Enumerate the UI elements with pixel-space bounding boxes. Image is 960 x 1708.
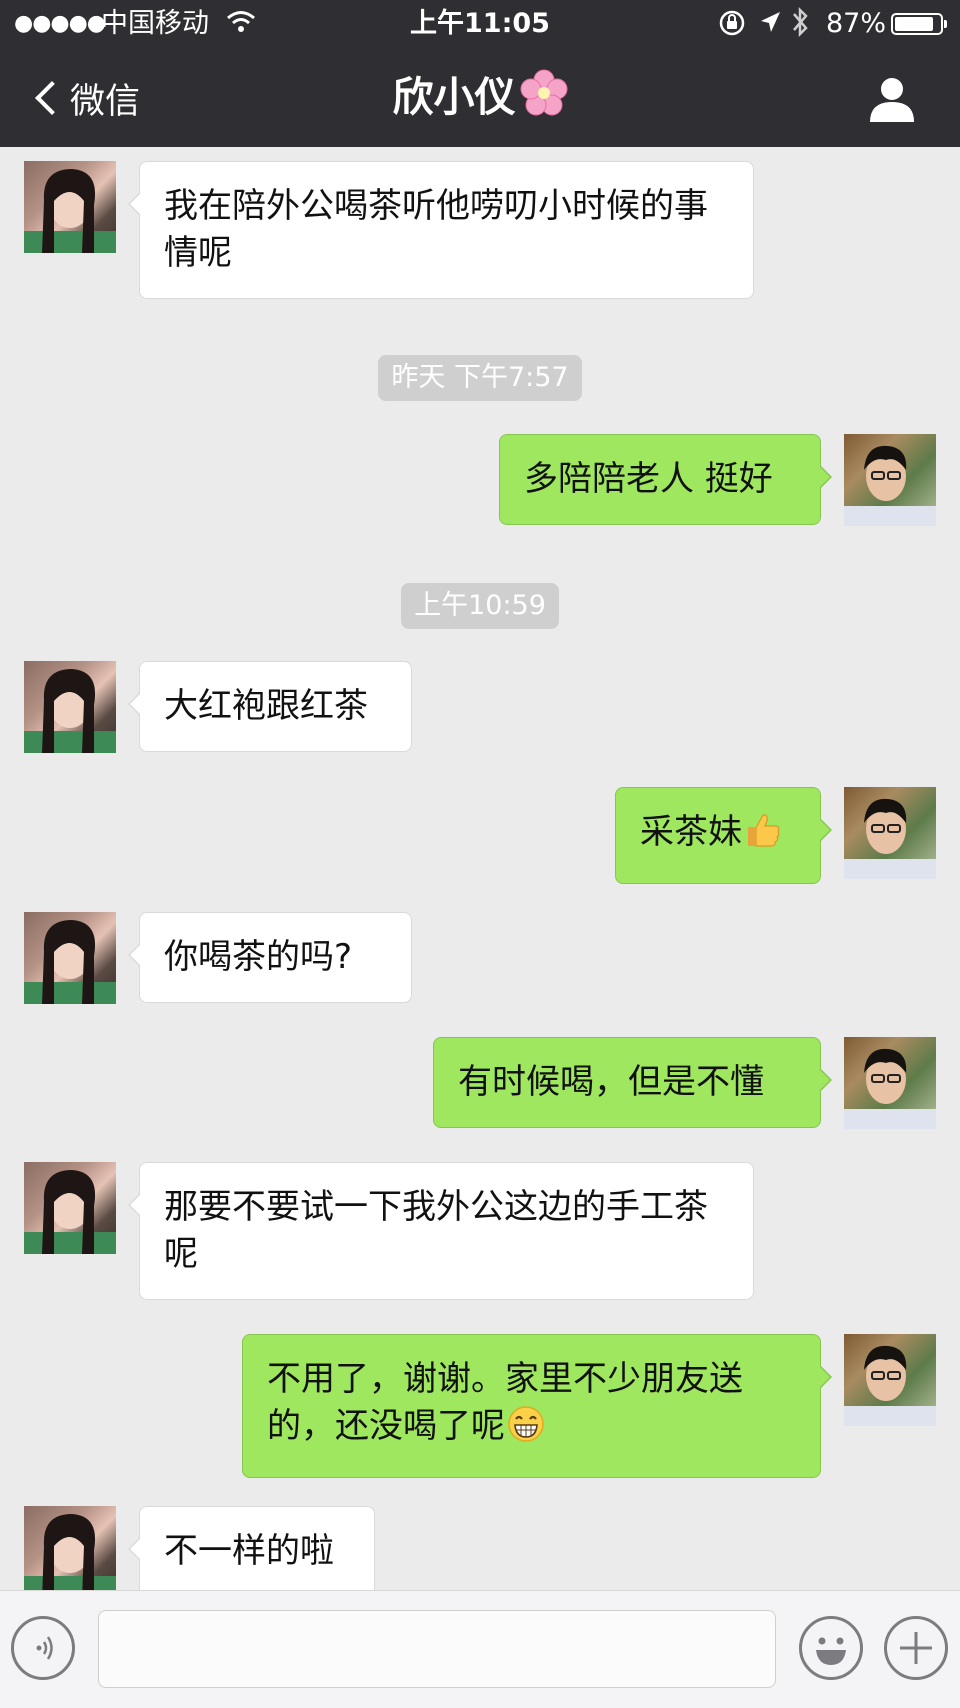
message-bubble-incoming[interactable]: 那要不要试一下我外公这边的手工茶呢: [128, 1162, 754, 1300]
message-text: 采茶妹: [640, 812, 742, 852]
more-options-button[interactable]: [884, 1616, 948, 1680]
input-bar: [0, 1590, 960, 1708]
chat-history[interactable]: 我在陪外公喝茶听他唠叨小时候的事情呢 昨天 下午7:57 多陪陪老人 挺好 上午…: [0, 147, 960, 1590]
my-avatar[interactable]: [844, 1037, 936, 1129]
grinning-face-icon: [507, 1405, 545, 1456]
my-avatar[interactable]: [844, 787, 936, 879]
battery-icon: [891, 13, 947, 35]
contact-avatar[interactable]: [24, 1506, 116, 1590]
message-bubble-outgoing[interactable]: 有时候喝，但是不懂: [433, 1037, 832, 1128]
message-bubble-incoming[interactable]: 你喝茶的吗?: [128, 912, 412, 1003]
contact-avatar[interactable]: [24, 161, 116, 253]
contact-info-icon[interactable]: [866, 74, 918, 126]
timestamp-divider: 上午10:59: [0, 583, 960, 629]
battery-nub: [944, 20, 947, 28]
rotation-lock-icon: [718, 9, 746, 47]
my-avatar[interactable]: [844, 1334, 936, 1426]
message-bubble-incoming[interactable]: 大红袍跟红茶: [128, 661, 412, 752]
message-bubble-outgoing[interactable]: 多陪陪老人 挺好: [499, 434, 832, 525]
contact-avatar[interactable]: [24, 912, 116, 1004]
message-bubble-outgoing[interactable]: 采茶妹: [615, 787, 832, 884]
contact-avatar[interactable]: [24, 1162, 116, 1254]
bluetooth-icon: [790, 4, 810, 50]
timestamp-label: 上午10:59: [401, 583, 559, 629]
message-text: 不用了，谢谢。家里不少朋友送的，还没喝了呢: [267, 1359, 743, 1446]
chat-title: 欣小仪: [0, 68, 960, 132]
message-bubble-outgoing[interactable]: 不用了，谢谢。家里不少朋友送的，还没喝了呢: [242, 1334, 832, 1478]
message-bubble-incoming[interactable]: 不一样的啦: [128, 1506, 375, 1590]
status-time: 上午11:05: [410, 8, 550, 39]
thumbs-up-icon: [744, 811, 782, 862]
voice-icon: [36, 1636, 53, 1660]
plus-icon: [900, 1632, 932, 1664]
smiley-icon: [816, 1637, 846, 1665]
chat-title-text: 欣小仪: [392, 73, 516, 121]
my-avatar[interactable]: [844, 434, 936, 526]
battery-fill: [895, 17, 934, 31]
cherry-blossom-icon: [520, 69, 568, 132]
contact-avatar[interactable]: [24, 661, 116, 753]
header: ●●●●● 中国移动 上午11:05 87% 微信 欣小仪: [0, 0, 960, 147]
emoji-button[interactable]: [799, 1616, 863, 1680]
voice-input-button[interactable]: [11, 1616, 75, 1680]
location-arrow-icon: [758, 9, 782, 47]
timestamp-divider: 昨天 下午7:57: [0, 355, 960, 401]
battery-percent: 87%: [826, 8, 887, 39]
status-bar: ●●●●● 中国移动 上午11:05 87%: [0, 0, 960, 48]
message-input[interactable]: [98, 1610, 776, 1688]
timestamp-label: 昨天 下午7:57: [378, 355, 582, 401]
message-bubble-incoming[interactable]: 我在陪外公喝茶听他唠叨小时候的事情呢: [128, 161, 754, 299]
